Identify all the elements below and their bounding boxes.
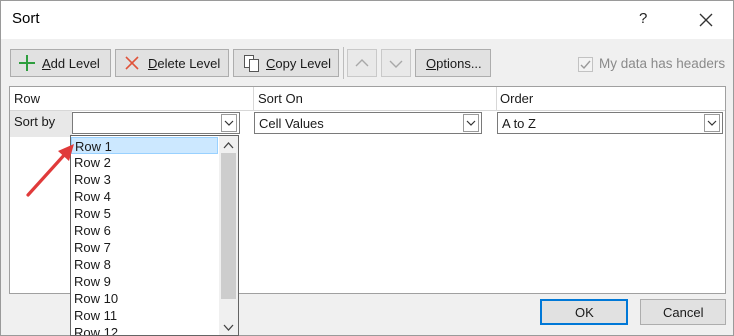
plus-icon — [19, 55, 35, 71]
order-select[interactable]: A to Z — [497, 112, 723, 134]
delete-level-label: Delete Level — [148, 56, 221, 71]
headers-checkbox-label: My data has headers — [599, 56, 726, 71]
annotation-arrow-icon — [26, 144, 74, 197]
column-header-row: Row — [14, 91, 41, 106]
delete-level-button[interactable]: Delete Level — [115, 49, 229, 77]
list-item[interactable]: Row 6 — [71, 222, 218, 239]
list-item[interactable]: Row 4 — [71, 188, 218, 205]
ok-label: OK — [575, 305, 594, 320]
chevron-down-icon — [707, 120, 717, 126]
chevron-down-icon — [466, 120, 476, 126]
order-value: A to Z — [502, 116, 536, 131]
chevron-up-icon — [355, 59, 369, 67]
dialog-title: Sort — [12, 10, 40, 27]
copy-level-label: Copy Level — [266, 56, 332, 71]
row-select-arrow[interactable] — [221, 114, 237, 132]
chevron-down-icon — [224, 120, 234, 126]
list-item[interactable]: Row 9 — [71, 273, 218, 290]
list-item[interactable]: Row 8 — [71, 256, 218, 273]
move-up-button[interactable] — [347, 49, 377, 77]
list-item[interactable]: Row 2 — [71, 154, 218, 171]
add-level-button[interactable]: Add Level — [10, 49, 111, 77]
options-button[interactable]: Options... — [415, 49, 491, 77]
headers-checkbox[interactable] — [578, 57, 593, 72]
copy-icon — [244, 55, 259, 72]
column-divider — [253, 87, 254, 110]
close-icon[interactable] — [691, 5, 721, 35]
options-label: Options... — [426, 56, 482, 71]
list-item[interactable]: Row 12 — [71, 324, 218, 335]
copy-level-button[interactable]: Copy Level — [233, 49, 339, 77]
list-item[interactable]: Row 5 — [71, 205, 218, 222]
move-down-button[interactable] — [381, 49, 411, 77]
row-select[interactable] — [72, 112, 240, 134]
title-bar: Sort ? — [1, 1, 733, 39]
column-header-order: Order — [500, 91, 534, 106]
header-divider — [10, 110, 725, 111]
toolbar-separator — [343, 47, 344, 79]
chevron-up-icon[interactable] — [223, 141, 234, 149]
dropdown-scrollbar[interactable] — [219, 136, 238, 335]
scrollbar-thumb[interactable] — [221, 153, 236, 299]
chevron-down-icon[interactable] — [223, 324, 234, 332]
list-item[interactable]: Row 3 — [71, 171, 218, 188]
add-level-label: Add Level — [42, 56, 100, 71]
sort-by-label: Sort by — [14, 114, 56, 129]
sort-on-select[interactable]: Cell Values — [254, 112, 482, 134]
order-arrow[interactable] — [704, 114, 720, 132]
list-item[interactable]: Row 10 — [71, 290, 218, 307]
checkmark-icon — [580, 60, 591, 70]
list-item[interactable]: Row 1 — [71, 137, 218, 154]
list-item[interactable]: Row 7 — [71, 239, 218, 256]
ok-button[interactable]: OK — [540, 299, 628, 325]
chevron-down-icon — [389, 60, 403, 68]
delete-icon — [125, 56, 139, 70]
list-item[interactable]: Row 11 — [71, 307, 218, 324]
cancel-label: Cancel — [663, 305, 704, 320]
sort-on-arrow[interactable] — [463, 114, 479, 132]
cancel-button[interactable]: Cancel — [640, 299, 726, 325]
row-dropdown-list[interactable]: Row 1 Row 2 Row 3 Row 4 Row 5 Row 6 Row … — [70, 135, 239, 336]
help-button[interactable]: ? — [639, 10, 647, 27]
sort-on-value: Cell Values — [259, 116, 324, 131]
column-header-sort-on: Sort On — [258, 91, 303, 106]
column-divider — [496, 87, 497, 110]
